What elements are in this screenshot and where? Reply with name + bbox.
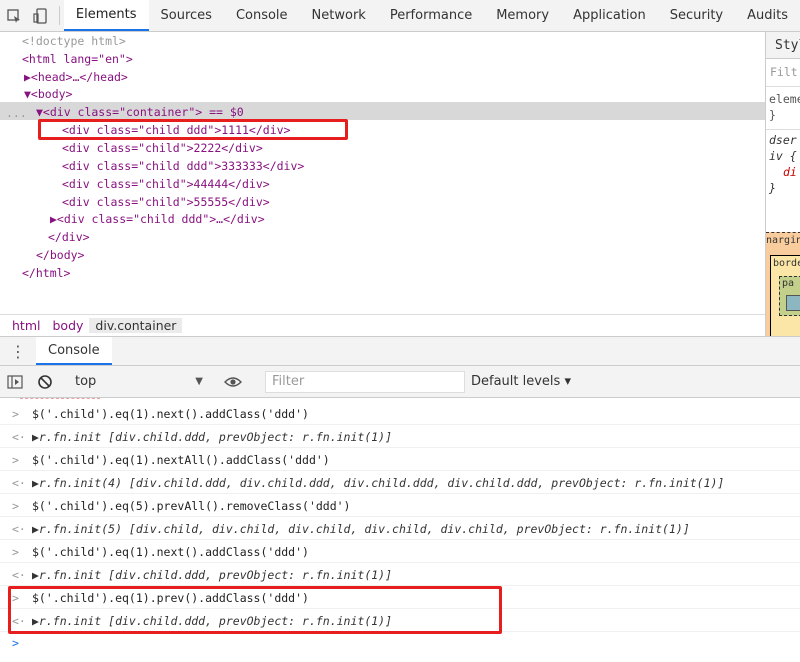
console-output: > $('.child').eq(1).next().addClass('ddd… <box>0 398 800 662</box>
box-model-padding-label: pa <box>782 278 795 289</box>
eye-icon[interactable] <box>218 376 248 388</box>
dom-node-body[interactable]: ▼<body> <box>24 85 72 103</box>
highlight-annotation-box <box>38 119 348 140</box>
console-command[interactable]: $('.child').eq(1).next().addClass('ddd') <box>32 403 309 425</box>
result-prompt-icon: <· <box>12 522 26 536</box>
log-levels-dropdown[interactable]: Default levels ▾ <box>471 374 571 389</box>
console-input-line: > $('.child').eq(5).prevAll().removeClas… <box>0 495 800 517</box>
styles-panel: Style Filt eleme } dser iv { di } nargin… <box>765 32 800 336</box>
styles-line: di <box>783 165 797 179</box>
console-prompt-line[interactable]: > <box>0 632 800 654</box>
console-result[interactable]: ▶r.fn.init [div.child.ddd, prevObject: r… <box>32 564 392 586</box>
tab-application[interactable]: Application <box>561 0 658 31</box>
drawer-tab-console[interactable]: Console <box>36 337 112 365</box>
console-result-line: <· ▶r.fn.init(5) [div.child, div.child, … <box>0 518 800 540</box>
dom-tree-panel: ... <!doctype html> <html lang="en"> ▶<h… <box>0 32 765 314</box>
clear-console-icon[interactable] <box>30 374 60 390</box>
dom-node-html-close[interactable]: </html> <box>22 264 70 282</box>
highlight-annotation-box <box>8 586 502 634</box>
tab-console[interactable]: Console <box>224 0 300 31</box>
tab-elements[interactable]: Elements <box>63 0 149 31</box>
chevron-down-icon: ▼ <box>195 376 203 387</box>
tab-sources[interactable]: Sources <box>149 0 224 31</box>
styles-element-rule: eleme } <box>766 87 800 123</box>
dom-node-body-close[interactable]: </body> <box>36 246 84 264</box>
tab-audits[interactable]: Audits <box>735 0 800 31</box>
context-selector[interactable]: top ▼ <box>69 374 209 389</box>
result-prompt-icon: <· <box>12 476 26 490</box>
device-toolbar-icon[interactable] <box>27 0 54 31</box>
styles-line: iv { <box>769 149 797 163</box>
console-result-line: <· ▶r.fn.init [div.child.ddd, prevObject… <box>0 426 800 448</box>
drawer-menu-icon[interactable]: ⋮ <box>0 337 36 365</box>
dom-node-child-5[interactable]: <div class="child">55555</div> <box>62 193 270 211</box>
box-model-content <box>786 295 800 311</box>
console-result-line: <· ▶r.fn.init(4) [div.child.ddd, div.chi… <box>0 472 800 494</box>
input-prompt-icon: > <box>12 499 19 513</box>
dom-node-child-2[interactable]: <div class="child">2222</div> <box>62 139 263 157</box>
tab-network[interactable]: Network <box>300 0 378 31</box>
console-result[interactable]: ▶r.fn.init(5) [div.child, div.child, div… <box>32 518 690 540</box>
inspect-element-icon[interactable] <box>0 0 27 31</box>
styles-line: dser <box>769 133 797 147</box>
tab-performance[interactable]: Performance <box>378 0 484 31</box>
context-selector-label: top <box>75 374 97 389</box>
input-prompt-icon: > <box>12 453 19 467</box>
styles-filter-input[interactable]: Filt <box>766 59 800 87</box>
box-model-diagram: nargin borde pa <box>766 232 800 336</box>
styles-line: } <box>769 181 776 195</box>
breadcrumb-div-container[interactable]: div.container <box>89 318 183 333</box>
dom-node-child-6[interactable]: ▶<div class="child ddd">…</div> <box>50 210 265 228</box>
console-toolbar: top ▼ Filter Default levels ▾ <box>0 366 800 398</box>
dom-node-head[interactable]: ▶<head>…</head> <box>24 68 128 86</box>
styles-tab[interactable]: Style <box>766 32 800 59</box>
drawer-tabbar: ⋮ Console <box>0 336 800 366</box>
scrolled-fragment <box>20 398 100 400</box>
breadcrumb-body[interactable]: body <box>46 318 89 333</box>
console-command[interactable]: $('.child').eq(5).prevAll().removeClass(… <box>32 495 351 517</box>
dom-node-html[interactable]: <html lang="en"> <box>22 50 133 68</box>
box-model-margin-label: nargin <box>766 235 800 246</box>
box-model-border: borde pa <box>770 255 800 336</box>
dom-node-container-close[interactable]: </div> <box>48 228 90 246</box>
input-prompt-icon: > <box>12 545 19 559</box>
breadcrumb-html[interactable]: html <box>6 318 46 333</box>
input-prompt-icon: > <box>12 407 19 421</box>
console-input-line: > $('.child').eq(1).next().addClass('ddd… <box>0 403 800 425</box>
styles-line: } <box>769 108 776 122</box>
console-result[interactable]: ▶r.fn.init(4) [div.child.ddd, div.child.… <box>32 472 724 494</box>
console-caret-icon: > <box>12 636 19 650</box>
styles-line: eleme <box>769 92 800 106</box>
console-input-line: > $('.child').eq(1).nextAll().addClass('… <box>0 449 800 471</box>
dom-node-doctype[interactable]: <!doctype html> <box>22 32 126 50</box>
show-sidebar-icon[interactable] <box>0 374 30 389</box>
box-model-padding: pa <box>779 276 800 316</box>
breadcrumb: html body div.container <box>0 314 765 336</box>
dom-node-child-4[interactable]: <div class="child">44444</div> <box>62 175 270 193</box>
console-input-line: > $('.child').eq(1).next().addClass('ddd… <box>0 541 800 563</box>
result-prompt-icon: <· <box>12 430 26 444</box>
console-filter-input[interactable]: Filter <box>265 370 465 393</box>
tab-memory[interactable]: Memory <box>484 0 561 31</box>
console-result[interactable]: ▶r.fn.init [div.child.ddd, prevObject: r… <box>32 426 392 448</box>
devtools-toolbar: Elements Sources Console Network Perform… <box>0 0 800 32</box>
box-model-border-label: borde <box>773 258 800 269</box>
styles-rule: dser iv { di } <box>766 129 800 196</box>
tab-security[interactable]: Security <box>658 0 735 31</box>
result-prompt-icon: <· <box>12 568 26 582</box>
console-command[interactable]: $('.child').eq(1).next().addClass('ddd') <box>32 541 309 563</box>
console-result-line: <· ▶r.fn.init [div.child.ddd, prevObject… <box>0 564 800 586</box>
console-command[interactable]: $('.child').eq(1).nextAll().addClass('dd… <box>32 449 330 471</box>
toolbar-divider <box>58 6 60 25</box>
dom-node-child-3[interactable]: <div class="child ddd">333333</div> <box>62 157 304 175</box>
row-ellipsis[interactable]: ... <box>6 104 27 122</box>
